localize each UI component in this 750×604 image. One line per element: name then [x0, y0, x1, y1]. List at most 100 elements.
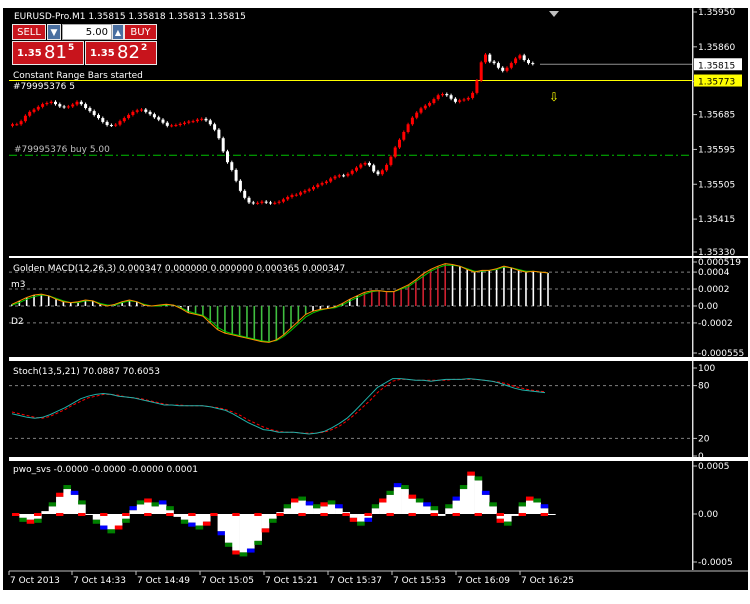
pwo-zero-mark [144, 513, 152, 516]
candle-body [230, 162, 234, 170]
candle-body [45, 102, 49, 105]
pwo-zero-mark [276, 513, 284, 516]
lots-input[interactable]: 5.00 [62, 24, 112, 40]
pwo-zero-mark [34, 513, 42, 516]
price-tick-label: 1.35950 [698, 8, 735, 18]
buy-quote[interactable]: 1.35 82 2 [85, 41, 157, 65]
pwo-bar [503, 514, 512, 522]
candle-body [251, 202, 255, 204]
pwo-tip [78, 500, 86, 505]
stoch-tick-label: 80 [698, 382, 710, 392]
candle-body [165, 122, 169, 126]
pwo-bar [180, 514, 189, 520]
candle-body [36, 106, 40, 110]
pwo-zero-mark [386, 513, 394, 516]
candle-body [389, 156, 393, 165]
candle-body [260, 201, 264, 203]
time-tick-label: 7 Oct 16:25 [521, 576, 574, 586]
macd-tick-label: 0.0004 [698, 268, 730, 278]
candle-body [492, 61, 496, 64]
candle-body [376, 171, 380, 175]
candle-body [92, 111, 96, 115]
buy-quote-pips: 82 [117, 42, 140, 63]
pwo-tip [122, 518, 130, 523]
pwo-tip [217, 531, 226, 536]
pwo-bar [261, 514, 270, 529]
pwo-zero-mark [12, 513, 20, 516]
candle-body [54, 101, 57, 105]
pwo-bar [525, 500, 534, 514]
candle-body [97, 114, 100, 119]
candle-body [307, 189, 311, 191]
candle-body [488, 54, 492, 62]
pwo-tick-label: -0.0005 [698, 558, 733, 568]
pwo-bar [415, 502, 424, 514]
candle-body [475, 80, 479, 93]
time-tick-label: 7 Oct 16:09 [457, 576, 510, 586]
candle-body [410, 117, 414, 125]
candle-body [320, 183, 324, 185]
pwo-bar [144, 502, 152, 514]
pwo-bar [437, 514, 446, 516]
lots-stepper-icon[interactable]: ▲ [112, 24, 124, 40]
candle-body [518, 55, 522, 59]
pwo-tip [474, 476, 483, 481]
pwo-zero-mark [518, 513, 526, 516]
pwo-pane-title: pwo_svs -0.0000 -0.0000 -0.0000 0.0001 [13, 465, 198, 475]
pwo-bar [195, 514, 204, 526]
candle-body [269, 202, 272, 204]
sell-quote-pips: 81 [44, 42, 67, 63]
pwo-zero-mark [408, 513, 416, 516]
candle-body [505, 67, 509, 71]
candle-body [66, 106, 70, 108]
pwo-zero-mark [210, 513, 218, 516]
pwo-tip [261, 528, 270, 533]
candle-body [264, 201, 268, 203]
pwo-zero-mark [474, 513, 482, 516]
pwo-bar [511, 514, 519, 516]
constant-range-label: Constant Range Bars started [13, 71, 143, 81]
pwo-bar [63, 489, 72, 514]
pwo-tip [224, 542, 233, 547]
candle-body [286, 197, 290, 200]
candle-body [355, 167, 358, 171]
lots-dropdown-icon[interactable]: ▼ [47, 24, 61, 40]
candle-body [243, 190, 247, 198]
candle-body [329, 178, 333, 182]
trading-chart[interactable]: 1.359501.358601.357701.356851.355951.355… [0, 0, 750, 604]
pwo-bar [239, 514, 248, 553]
candle-body [15, 124, 19, 126]
pwo-tip [246, 548, 255, 553]
pwo-bar [254, 514, 262, 541]
pwo-tip [467, 471, 475, 476]
one-click-trading-panel: SELL ▼ 5.00 ▲ BUY 1.35 81 5 1.35 82 2 [12, 24, 157, 66]
sell-button[interactable]: SELL [12, 24, 46, 40]
buy-button[interactable]: BUY [124, 24, 157, 40]
pwo-tip [298, 496, 306, 501]
price-tick-label: 1.35505 [698, 180, 735, 190]
stoch-pane-title: Stoch(13,5,21) 70.0887 70.6053 [13, 367, 160, 377]
macd-tick-label: 0.00 [698, 302, 718, 312]
pwo-tip [503, 521, 512, 526]
pwo-tip [335, 504, 343, 509]
candle-body [204, 118, 208, 121]
pwo-bar [107, 514, 116, 530]
stoch-tick-label: 100 [698, 364, 715, 374]
candle-body [393, 147, 397, 157]
pwo-tick-label: 0.0005 [698, 462, 730, 472]
pwo-tip [393, 483, 402, 488]
pwo-tip [239, 552, 248, 557]
pwo-tip [151, 502, 160, 507]
pwo-zero-mark [342, 513, 350, 516]
pwo-tip [445, 504, 453, 509]
candle-body [419, 108, 423, 113]
candle-body [28, 111, 32, 116]
pwo-bar [19, 514, 27, 518]
order-annotation: #79995376 5 [13, 82, 75, 92]
candle-body [441, 94, 444, 96]
pwo-tip [430, 506, 439, 511]
candle-body [436, 95, 440, 100]
sell-quote[interactable]: 1.35 81 5 [12, 41, 84, 65]
candle-body [109, 125, 113, 127]
candle-body [140, 109, 143, 111]
